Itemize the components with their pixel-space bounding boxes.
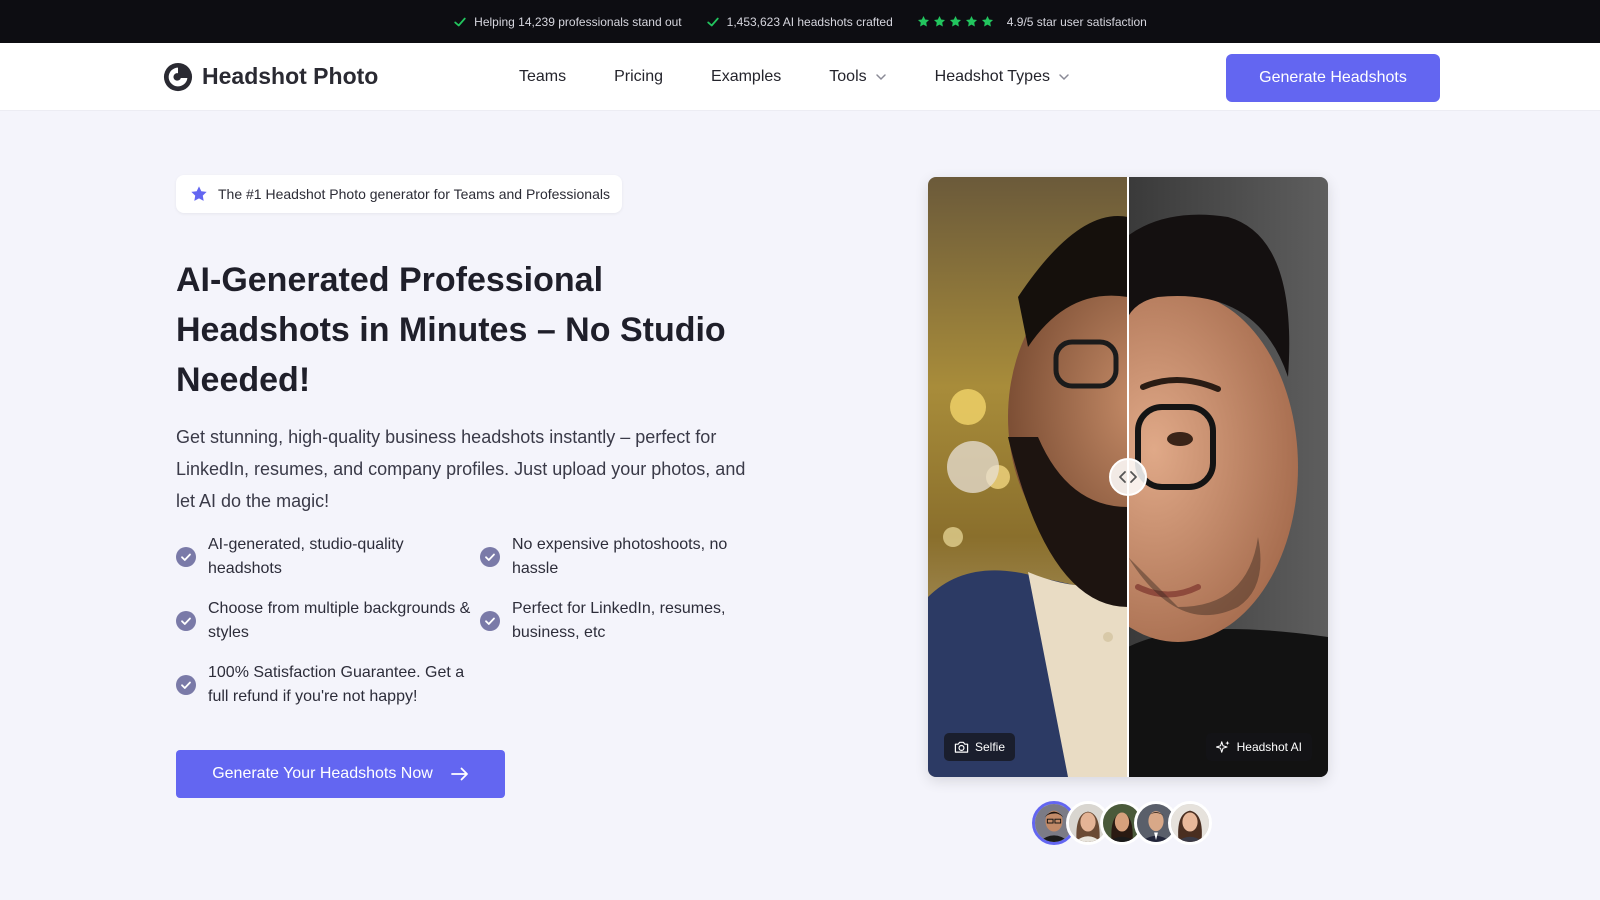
star-icon xyxy=(933,15,945,27)
list-item: Choose from multiple backgrounds & style… xyxy=(176,597,480,645)
camera-icon xyxy=(954,741,969,753)
tag-text: Headshot AI xyxy=(1236,740,1302,754)
hero-description: Get stunning, high-quality business head… xyxy=(176,427,746,511)
list-item: 100% Satisfaction Guarantee. Get a full … xyxy=(176,661,480,709)
before-after-slider[interactable]: Selfie Headshot AI xyxy=(928,177,1328,777)
hero-section: The #1 Headshot Photo generator for Team… xyxy=(0,111,1600,900)
chevron-down-icon xyxy=(1059,73,1069,80)
stat-text: Helping 14,239 professionals stand out xyxy=(474,14,682,29)
generate-headshots-button[interactable]: Generate Headshots xyxy=(1226,54,1440,102)
chevron-left-right-icon xyxy=(1119,471,1137,483)
feature-list: AI-generated, studio-quality headshots N… xyxy=(176,533,766,709)
sparkles-icon xyxy=(1215,740,1230,753)
sample-avatars xyxy=(1032,801,1212,845)
tag-text: Selfie xyxy=(975,740,1006,754)
check-circle-icon xyxy=(176,611,196,631)
stat-text: 4.9/5 star user satisfaction xyxy=(1006,14,1147,29)
main-nav: Teams Pricing Examples Tools Headshot Ty… xyxy=(519,68,1070,86)
site-header: Headshot Photo Teams Pricing Examples To… xyxy=(0,43,1600,111)
avatar-image xyxy=(1171,804,1209,842)
feature-text: Perfect for LinkedIn, resumes, business,… xyxy=(512,600,726,641)
nav-label: Headshot Types xyxy=(934,67,1050,85)
check-icon xyxy=(454,17,466,26)
page-title: AI-Generated Professional Headshots in M… xyxy=(176,261,726,399)
stat-text: 1,453,623 AI headshots crafted xyxy=(726,14,893,29)
stat-rating: 4.9/5 star user satisfaction xyxy=(917,15,1147,29)
feature-text: 100% Satisfaction Guarantee. Get a full … xyxy=(208,664,465,705)
list-item: No expensive photoshoots, no hassle xyxy=(480,533,766,581)
button-label: Generate Your Headshots Now xyxy=(212,765,433,782)
list-item: AI-generated, studio-quality headshots xyxy=(176,533,480,581)
hero-badge: The #1 Headshot Photo generator for Team… xyxy=(176,175,622,213)
logo-text: Headshot Photo xyxy=(202,63,379,89)
nav-item-pricing[interactable]: Pricing xyxy=(614,68,663,86)
list-item: Perfect for LinkedIn, resumes, business,… xyxy=(480,597,766,645)
check-circle-icon xyxy=(176,675,196,695)
announcement-bar: Helping 14,239 professionals stand out 1… xyxy=(0,0,1600,43)
nav-label: Tools xyxy=(829,67,867,85)
nav-label: Pricing xyxy=(614,67,664,85)
nav-item-teams[interactable]: Teams xyxy=(519,68,566,86)
slider-handle[interactable] xyxy=(1109,458,1147,496)
feature-text: No expensive photoshoots, no hassle xyxy=(512,536,728,577)
nav-item-examples[interactable]: Examples xyxy=(711,68,781,86)
chevron-down-icon xyxy=(875,73,886,80)
nav-label: Teams xyxy=(519,67,567,85)
nav-label: Examples xyxy=(711,67,782,85)
arrow-right-icon xyxy=(450,767,468,781)
generate-headshots-now-button[interactable]: Generate Your Headshots Now xyxy=(176,750,505,798)
feature-text: Choose from multiple backgrounds & style… xyxy=(208,600,471,641)
badge-text: The #1 Headshot Photo generator for Team… xyxy=(218,186,610,202)
stat-professionals: Helping 14,239 professionals stand out xyxy=(453,14,682,29)
selfie-label: Selfie xyxy=(944,733,1016,761)
rating-stars xyxy=(917,15,994,28)
star-icon xyxy=(965,15,977,27)
star-icon xyxy=(981,15,993,27)
nav-item-tools[interactable]: Tools xyxy=(829,68,886,86)
feature-text: AI-generated, studio-quality headshots xyxy=(208,536,404,577)
logo-icon xyxy=(163,62,193,91)
nav-item-headshot-types[interactable]: Headshot Types xyxy=(935,68,1070,86)
check-circle-icon xyxy=(176,547,196,567)
headshot-ai-label: Headshot AI xyxy=(1205,733,1312,761)
star-icon xyxy=(917,15,929,27)
star-icon xyxy=(191,186,207,201)
check-circle-icon xyxy=(480,547,500,567)
star-icon xyxy=(949,15,961,27)
check-icon xyxy=(706,17,719,26)
avatar[interactable] xyxy=(1168,801,1212,845)
logo[interactable]: Headshot Photo xyxy=(163,62,378,92)
stat-headshots: 1,453,623 AI headshots crafted xyxy=(706,15,893,29)
check-circle-icon xyxy=(480,611,500,631)
